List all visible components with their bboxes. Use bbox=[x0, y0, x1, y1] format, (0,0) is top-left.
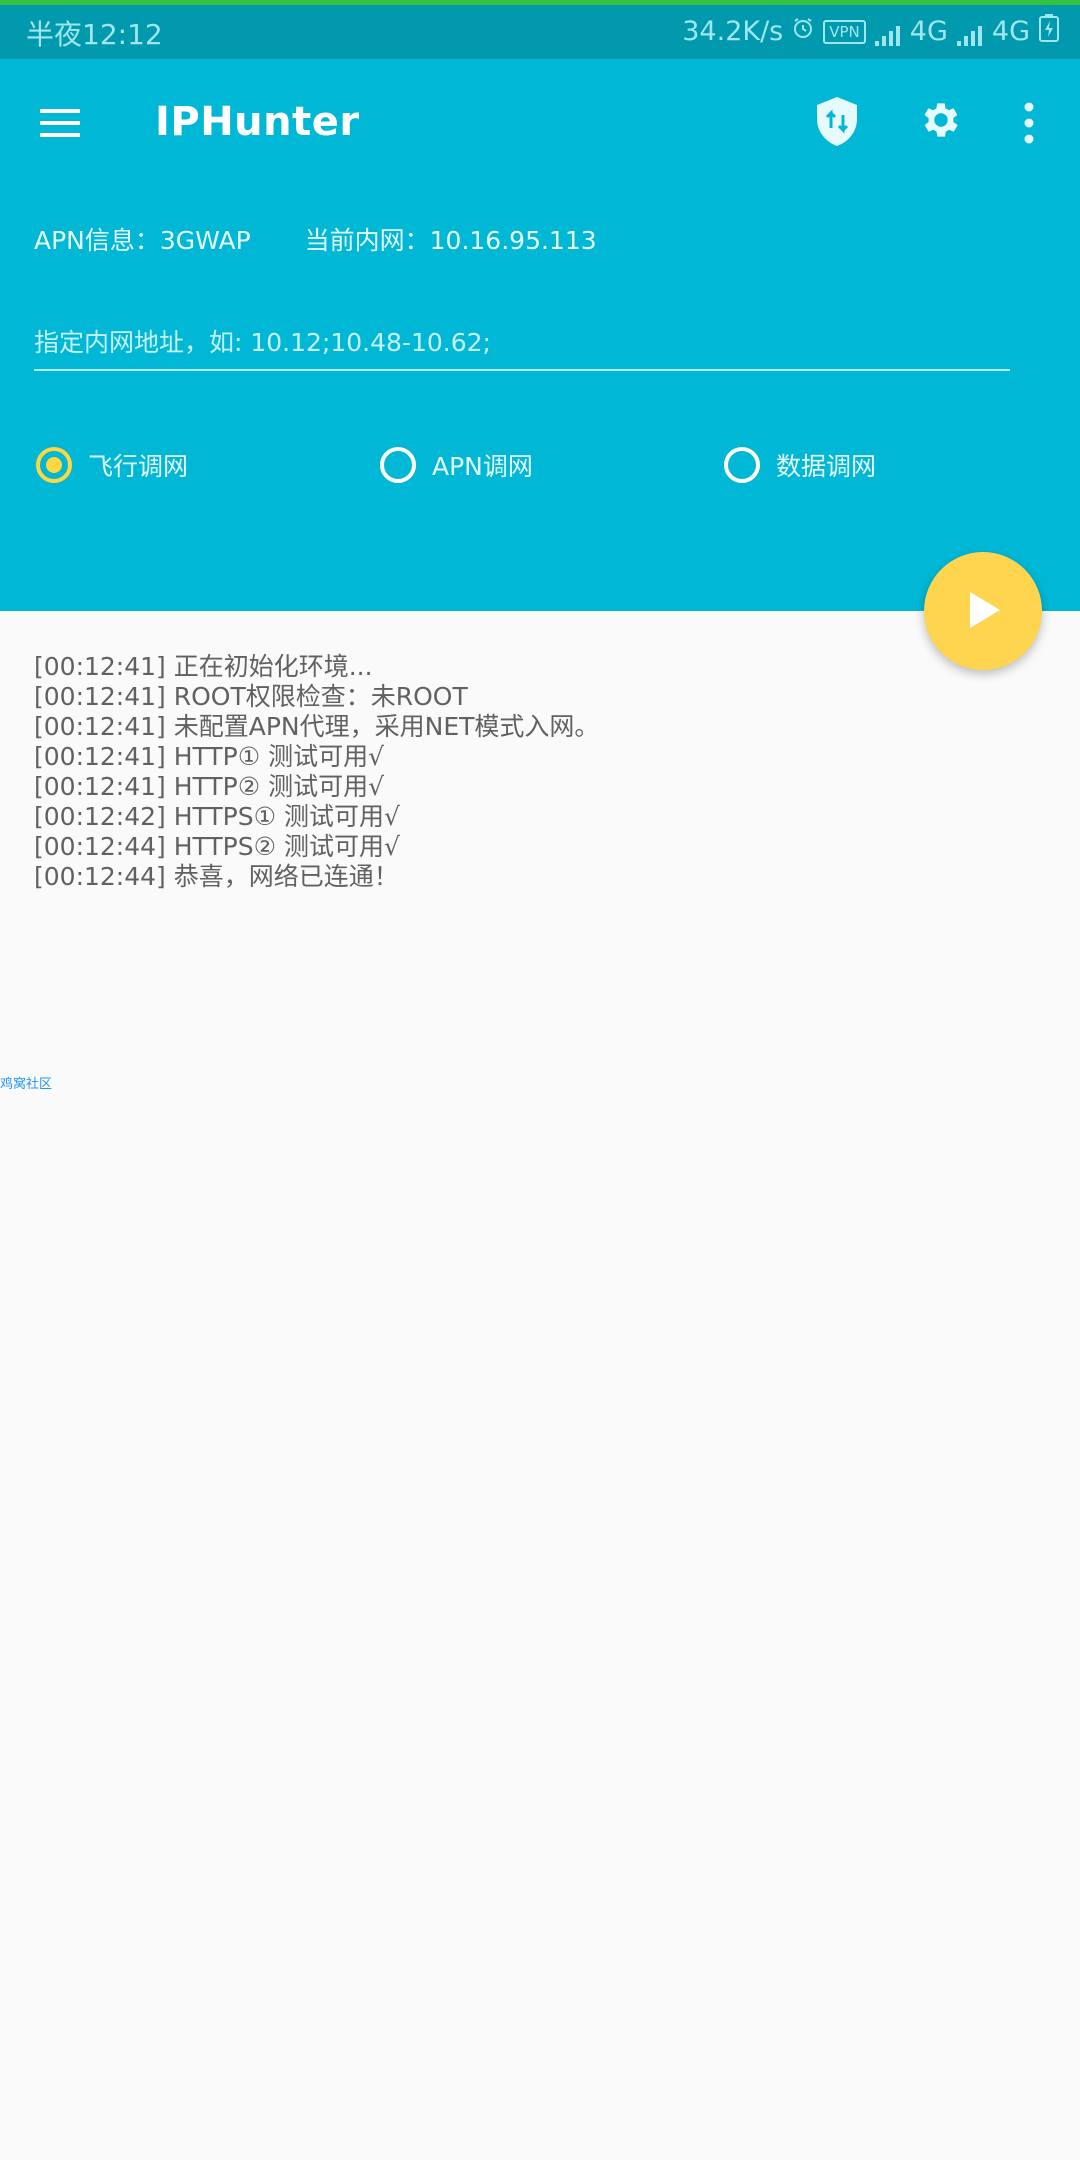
status-icons: 34.2K/s VPN 4G 4G bbox=[682, 13, 1060, 50]
watermark-text: 鸡窝社区 bbox=[0, 1077, 53, 1092]
apn-info: APN信息：3GWAP bbox=[34, 226, 251, 255]
radio-label-data: 数据调网 bbox=[776, 452, 877, 481]
radio-unchecked-icon bbox=[380, 447, 416, 483]
signal-icon bbox=[874, 16, 902, 47]
radio-label-flight: 飞行调网 bbox=[88, 452, 189, 481]
status-time: 半夜12:12 bbox=[26, 18, 163, 51]
current-intranet: 当前内网：10.16.95.113 bbox=[304, 226, 597, 255]
alarm-icon bbox=[791, 16, 815, 47]
mode-radio-group: 飞行调网 APN调网 数据调网 bbox=[36, 447, 1036, 497]
network-speed: 34.2K/s bbox=[682, 16, 784, 47]
radio-label-apn: APN调网 bbox=[432, 452, 533, 481]
app-header: IPHunter APN信息：3GWAP 当前内网：10.16.95.113 飞… bbox=[0, 59, 1080, 611]
radio-data-mode[interactable]: 数据调网 bbox=[724, 447, 876, 483]
gear-icon[interactable] bbox=[918, 97, 964, 143]
start-fab-button[interactable] bbox=[924, 552, 1042, 670]
battery-charging-icon bbox=[1038, 13, 1060, 50]
network-info: APN信息：3GWAP 当前内网：10.16.95.113 bbox=[34, 221, 643, 257]
signal-icon-2 bbox=[956, 16, 984, 47]
log-line: [00:12:41] 未配置APN代理，采用NET模式入网。 bbox=[34, 712, 600, 741]
log-line: [00:12:42] HTTPS① 测试可用√ bbox=[34, 802, 400, 831]
radio-checked-icon bbox=[36, 447, 72, 483]
log-output: [00:12:41] 正在初始化环境... [00:12:41] ROOT权限检… bbox=[34, 652, 599, 892]
play-icon bbox=[970, 592, 1000, 628]
vpn-icon: VPN bbox=[823, 19, 866, 44]
signal-type-2: 4G bbox=[991, 16, 1030, 47]
radio-apn-mode[interactable]: APN调网 bbox=[380, 447, 533, 483]
log-line: [00:12:41] HTTP② 测试可用√ bbox=[34, 772, 385, 801]
status-bar: 半夜12:12 34.2K/s VPN 4G 4G bbox=[0, 5, 1080, 59]
log-line: [00:12:41] ROOT权限检查：未ROOT bbox=[34, 682, 468, 711]
radio-unchecked-icon bbox=[724, 447, 760, 483]
log-line: [00:12:44] HTTPS② 测试可用√ bbox=[34, 832, 400, 861]
app-title: IPHunter bbox=[155, 99, 360, 145]
log-line: [00:12:44] 恭喜，网络已连通！ bbox=[34, 862, 399, 891]
vpn-shield-icon[interactable] bbox=[814, 95, 860, 149]
radio-flight-mode[interactable]: 飞行调网 bbox=[36, 447, 188, 483]
signal-type-1: 4G bbox=[909, 16, 948, 47]
log-line: [00:12:41] 正在初始化环境... bbox=[34, 652, 373, 681]
log-line: [00:12:41] HTTP① 测试可用√ bbox=[34, 742, 385, 771]
more-vert-icon[interactable] bbox=[1022, 99, 1036, 149]
menu-icon[interactable] bbox=[38, 105, 84, 141]
intranet-address-input[interactable] bbox=[34, 315, 1010, 371]
